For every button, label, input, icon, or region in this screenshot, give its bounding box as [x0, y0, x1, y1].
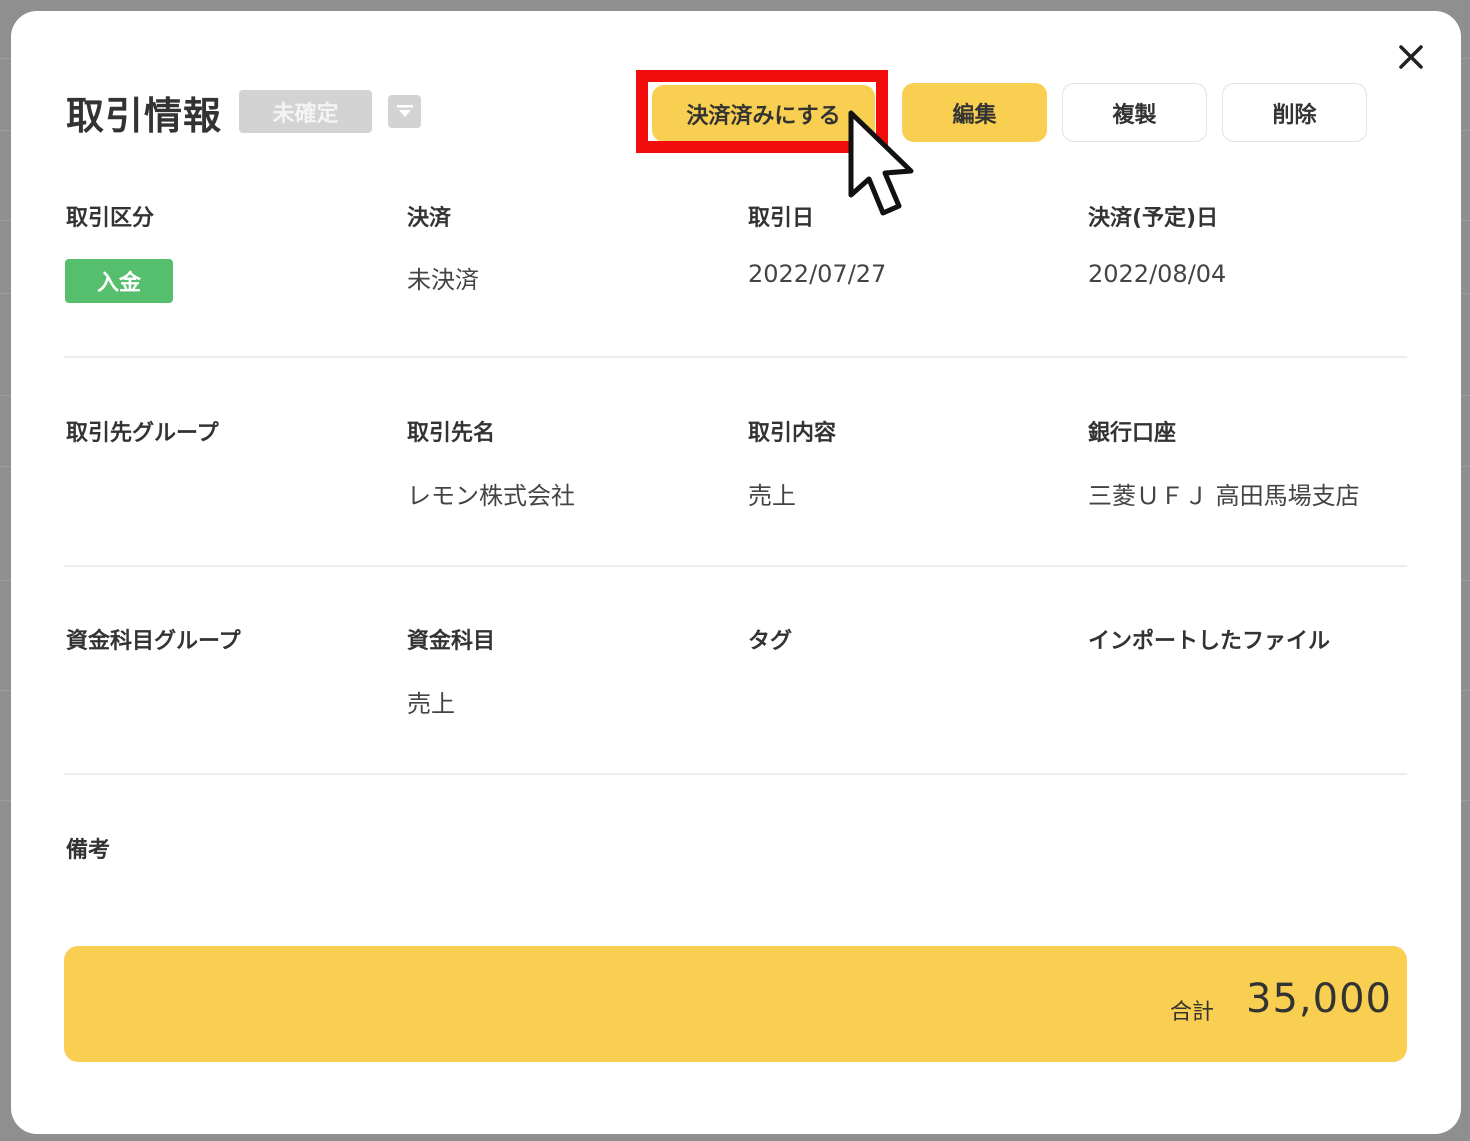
field-label-transaction-content: 取引内容 — [748, 421, 837, 446]
field-value-transaction-date: 2022/07/27 — [748, 260, 887, 288]
field-label-imported-file: インポートしたファイル — [1088, 629, 1331, 654]
chevron-down-icon — [396, 104, 413, 117]
field-value-settlement: 未決済 — [407, 266, 479, 294]
field-value-settlement-date: 2022/08/04 — [1088, 260, 1227, 288]
divider — [64, 565, 1407, 567]
field-label-bank-account: 銀行口座 — [1088, 421, 1177, 446]
divider — [64, 356, 1407, 358]
field-label-partner-group: 取引先グループ — [66, 421, 219, 446]
duplicate-button[interactable]: 複製 — [1062, 83, 1207, 142]
field-label-memo: 備考 — [66, 838, 111, 863]
field-value-bank-account: 三菱ＵＦＪ 高田馬場支店 — [1088, 482, 1360, 510]
field-label-tags: タグ — [748, 629, 793, 654]
close-button[interactable] — [1393, 39, 1429, 75]
field-label-settlement: 決済 — [407, 206, 452, 231]
status-dropdown-button[interactable] — [388, 95, 421, 128]
field-label-transaction-date: 取引日 — [748, 206, 815, 231]
field-value-transaction-content: 売上 — [748, 482, 796, 510]
field-label-transaction-type: 取引区分 — [66, 206, 155, 231]
field-value-partner-name: レモン株式会社 — [407, 482, 575, 510]
close-icon — [1399, 45, 1423, 69]
status-badge: 未確定 — [239, 90, 372, 133]
transaction-detail-modal: 取引情報 未確定 決済済みにする 編集 複製 削除 取引区分 入金 決済 未決済… — [11, 11, 1461, 1134]
edit-button[interactable]: 編集 — [902, 83, 1047, 142]
total-bar: 合計 35,000 — [64, 946, 1407, 1062]
field-label-settlement-date: 決済(予定)日 — [1088, 206, 1219, 231]
field-label-partner-name: 取引先名 — [407, 421, 496, 446]
field-label-fund-item-group: 資金科目グループ — [66, 629, 241, 654]
total-value: 35,000 — [1246, 976, 1392, 1022]
transaction-type-badge: 入金 — [65, 259, 173, 303]
total-label: 合計 — [1170, 1000, 1215, 1025]
mark-as-settled-button[interactable]: 決済済みにする — [652, 85, 875, 142]
page-title: 取引情報 — [66, 94, 223, 138]
delete-button[interactable]: 削除 — [1222, 83, 1367, 142]
field-value-fund-item: 売上 — [407, 690, 455, 718]
divider — [64, 773, 1407, 775]
field-label-fund-item: 資金科目 — [407, 629, 496, 654]
